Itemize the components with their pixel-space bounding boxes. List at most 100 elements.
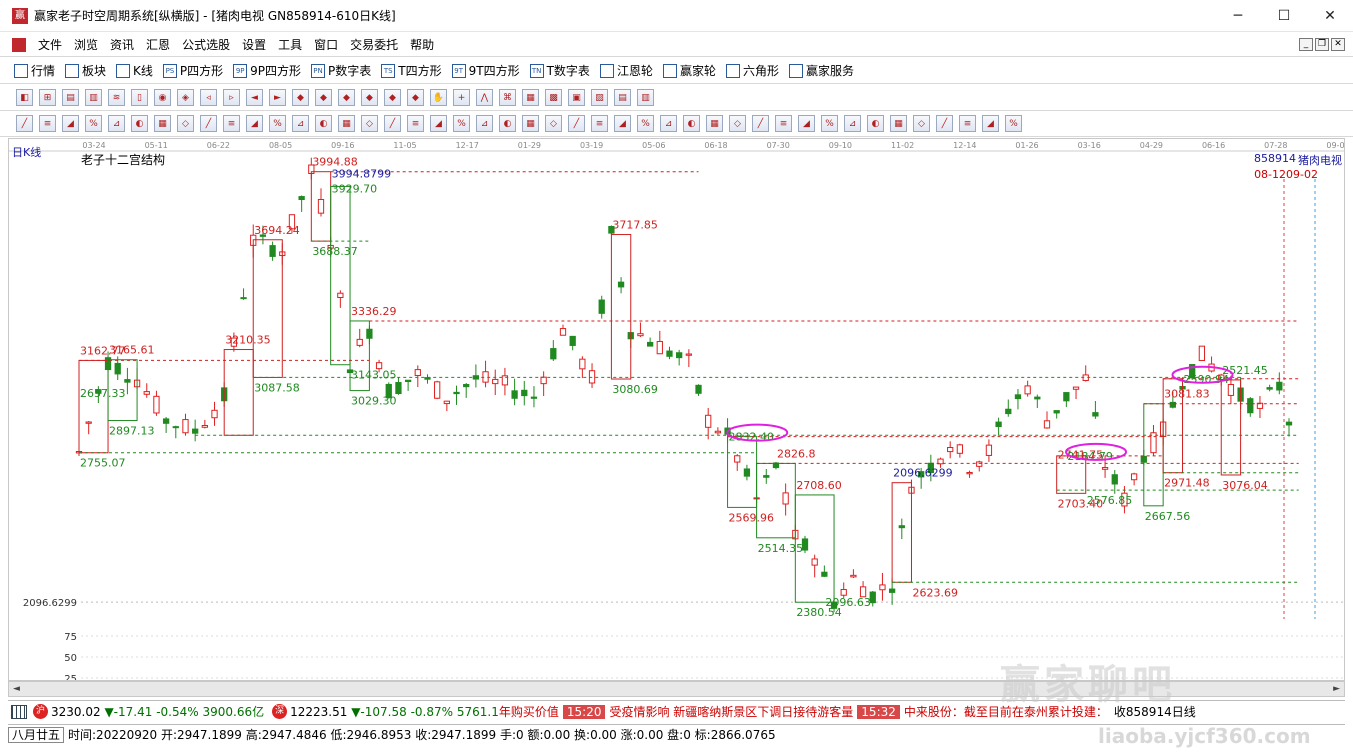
mdi-restore-button[interactable]: ❐ (1315, 38, 1329, 51)
analysis-tool-9-icon[interactable]: ╱ (200, 115, 217, 132)
analysis-tool-14-icon[interactable]: ◐ (315, 115, 332, 132)
tool-14-icon[interactable]: ◆ (315, 89, 332, 106)
toolbar-button-5[interactable]: PN P数字表 (311, 62, 371, 79)
mdi-close-button[interactable]: ✕ (1331, 38, 1345, 51)
tool-23-icon[interactable]: ▦ (522, 89, 539, 106)
analysis-tool-22-icon[interactable]: ◐ (499, 115, 516, 132)
analysis-tool-42-icon[interactable]: ≡ (959, 115, 976, 132)
analysis-tool-37-icon[interactable]: ⊿ (844, 115, 861, 132)
analysis-tool-32-icon[interactable]: ◇ (729, 115, 746, 132)
analysis-tool-35-icon[interactable]: ◢ (798, 115, 815, 132)
analysis-tool-19-icon[interactable]: ◢ (430, 115, 447, 132)
analysis-tool-30-icon[interactable]: ◐ (683, 115, 700, 132)
tool-3-icon[interactable]: ▤ (62, 89, 79, 106)
tool-12-icon[interactable]: ► (269, 89, 286, 106)
analysis-tool-43-icon[interactable]: ◢ (982, 115, 999, 132)
kline-chart[interactable]: 03-24 05-11 06-22 08-05 09-16 11-05 12-17 01-29… (9, 139, 1344, 680)
analysis-tool-23-icon[interactable]: ▦ (522, 115, 539, 132)
analysis-tool-11-icon[interactable]: ◢ (246, 115, 263, 132)
tool-4-icon[interactable]: ▥ (85, 89, 102, 106)
analysis-tool-39-icon[interactable]: ▦ (890, 115, 907, 132)
menu-settings[interactable]: 设置 (236, 36, 272, 53)
close-button[interactable]: ✕ (1307, 0, 1353, 32)
tool-27-icon[interactable]: ▤ (614, 89, 631, 106)
toolbar-button-10[interactable]: 赢家轮 (662, 62, 716, 79)
news-item-1[interactable]: 受疫情影响 新疆喀纳斯景区下调日接待游客量 (609, 703, 853, 720)
tool-17-icon[interactable]: ◆ (384, 89, 401, 106)
tool-16-icon[interactable]: ◆ (361, 89, 378, 106)
analysis-tool-44-icon[interactable]: % (1005, 115, 1022, 132)
scroll-right-button[interactable]: ► (1333, 684, 1340, 694)
analysis-tool-29-icon[interactable]: ⊿ (660, 115, 677, 132)
analysis-tool-40-icon[interactable]: ◇ (913, 115, 930, 132)
tool-22-icon[interactable]: ⌘ (499, 89, 516, 106)
analysis-tool-31-icon[interactable]: ▦ (706, 115, 723, 132)
tool-25-icon[interactable]: ▣ (568, 89, 585, 106)
tool-19-icon[interactable]: ✋ (430, 89, 447, 106)
tool-6-icon[interactable]: ▯ (131, 89, 148, 106)
tool-24-icon[interactable]: ▩ (545, 89, 562, 106)
tool-10-icon[interactable]: ▹ (223, 89, 240, 106)
news-item-0[interactable]: 年购买价值 (499, 703, 559, 720)
analysis-tool-7-icon[interactable]: ▦ (154, 115, 171, 132)
analysis-tool-26-icon[interactable]: ≡ (591, 115, 608, 132)
menu-tools[interactable]: 工具 (272, 36, 308, 53)
toolbar-button-8[interactable]: TN T数字表 (529, 62, 590, 79)
analysis-tool-15-icon[interactable]: ▦ (338, 115, 355, 132)
analysis-tool-41-icon[interactable]: ╱ (936, 115, 953, 132)
toolbar-button-11[interactable]: 六角形 (725, 62, 779, 79)
tool-5-icon[interactable]: ≋ (108, 89, 125, 106)
analysis-tool-6-icon[interactable]: ◐ (131, 115, 148, 132)
analysis-tool-10-icon[interactable]: ≡ (223, 115, 240, 132)
toolbar-button-9[interactable]: 江恩轮 (599, 62, 653, 79)
menu-formula[interactable]: 公式选股 (176, 36, 236, 53)
tool-21-icon[interactable]: ⋀ (476, 89, 493, 106)
chart-panel[interactable]: 03-24 05-11 06-22 08-05 09-16 11-05 12-17 01-29… (8, 138, 1345, 681)
analysis-tool-16-icon[interactable]: ◇ (361, 115, 378, 132)
toolbar-button-1[interactable]: 板块 (65, 62, 106, 79)
analysis-tool-36-icon[interactable]: % (821, 115, 838, 132)
tool-15-icon[interactable]: ◆ (338, 89, 355, 106)
grid-icon[interactable] (11, 704, 27, 719)
menu-info[interactable]: 资讯 (104, 36, 140, 53)
analysis-tool-13-icon[interactable]: ⊿ (292, 115, 309, 132)
analysis-tool-27-icon[interactable]: ◢ (614, 115, 631, 132)
analysis-tool-1-icon[interactable]: ╱ (16, 115, 33, 132)
tool-11-icon[interactable]: ◄ (246, 89, 263, 106)
analysis-tool-17-icon[interactable]: ╱ (384, 115, 401, 132)
menu-huien[interactable]: 汇恩 (140, 36, 176, 53)
analysis-tool-24-icon[interactable]: ◇ (545, 115, 562, 132)
tool-7-icon[interactable]: ◉ (154, 89, 171, 106)
analysis-tool-34-icon[interactable]: ≡ (775, 115, 792, 132)
analysis-tool-2-icon[interactable]: ≡ (39, 115, 56, 132)
analysis-tool-12-icon[interactable]: % (269, 115, 286, 132)
menu-trade[interactable]: 交易委托 (344, 36, 404, 53)
toolbar-button-2[interactable]: K线 (116, 62, 153, 79)
analysis-tool-38-icon[interactable]: ◐ (867, 115, 884, 132)
tool-2-icon[interactable]: ⊞ (39, 89, 56, 106)
toolbar-button-7[interactable]: 9T 9T四方形 (451, 62, 520, 79)
tool-1-icon[interactable]: ◧ (16, 89, 33, 106)
analysis-tool-21-icon[interactable]: ⊿ (476, 115, 493, 132)
toolbar-button-12[interactable]: 赢家服务 (788, 62, 854, 79)
analysis-tool-3-icon[interactable]: ◢ (62, 115, 79, 132)
analysis-tool-20-icon[interactable]: % (453, 115, 470, 132)
menu-help[interactable]: 帮助 (404, 36, 440, 53)
tool-20-icon[interactable]: + (453, 89, 470, 106)
menu-file[interactable]: 文件 (32, 36, 68, 53)
analysis-tool-25-icon[interactable]: ╱ (568, 115, 585, 132)
tool-9-icon[interactable]: ◃ (200, 89, 217, 106)
toolbar-button-0[interactable]: 行情 (14, 62, 55, 79)
minimize-button[interactable]: ─ (1215, 0, 1261, 32)
analysis-tool-18-icon[interactable]: ≡ (407, 115, 424, 132)
tool-18-icon[interactable]: ◆ (407, 89, 424, 106)
mdi-minimize-button[interactable]: _ (1299, 38, 1313, 51)
analysis-tool-28-icon[interactable]: % (637, 115, 654, 132)
tool-8-icon[interactable]: ◈ (177, 89, 194, 106)
analysis-tool-33-icon[interactable]: ╱ (752, 115, 769, 132)
tool-28-icon[interactable]: ▥ (637, 89, 654, 106)
tool-26-icon[interactable]: ▨ (591, 89, 608, 106)
maximize-button[interactable]: ☐ (1261, 0, 1307, 32)
scroll-left-button[interactable]: ◄ (13, 684, 20, 694)
menu-window[interactable]: 窗口 (308, 36, 344, 53)
